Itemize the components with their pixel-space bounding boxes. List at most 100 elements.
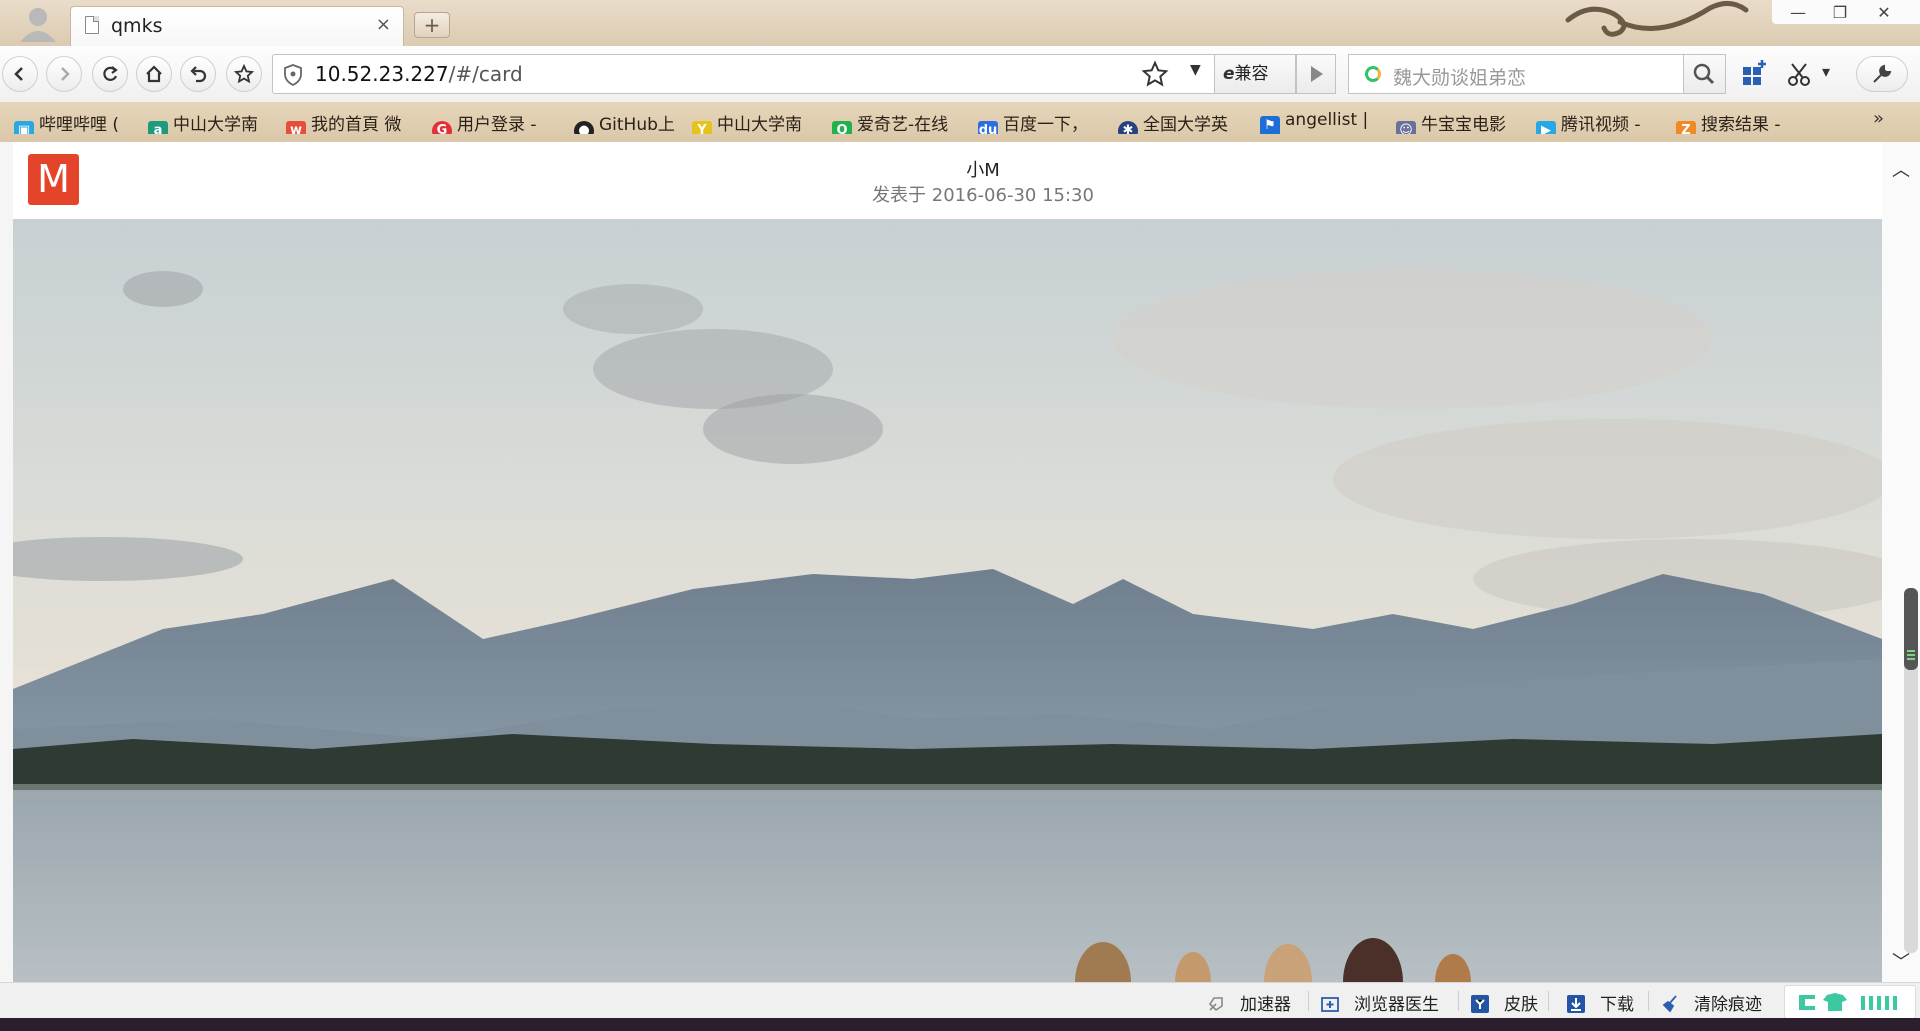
vertical-scrollbar[interactable]: ︿ ﹀ (1882, 142, 1920, 982)
bookmark-item[interactable]: G 用户登录 - (432, 110, 562, 134)
browser-tab[interactable]: qmks × (70, 6, 404, 46)
star-icon (234, 64, 254, 84)
bookmark-item[interactable]: ▶ 腾讯视频 - (1536, 110, 1672, 134)
bookmark-item[interactable]: Z 搜索结果 - (1676, 110, 1812, 134)
scissors-dropdown-icon[interactable]: ▾ (1822, 62, 1830, 81)
clear-traces-label: 清除痕迹 (1694, 995, 1762, 1015)
medical-kit-icon (1321, 997, 1339, 1012)
bookmark-star-icon[interactable] (1141, 60, 1169, 88)
home-button[interactable] (136, 56, 172, 92)
address-dropdown-icon[interactable]: ▼ (1190, 62, 1201, 78)
bookmark-label: 爱奇艺-在线 (857, 115, 949, 134)
apps-grid-icon[interactable] (1736, 56, 1772, 92)
github-icon: ● (574, 121, 594, 134)
refresh-button[interactable] (92, 56, 128, 92)
bookmark-item[interactable]: Y 中山大学南 (692, 110, 818, 134)
accelerator-button[interactable]: 加速器 (1206, 990, 1291, 1015)
search-box[interactable]: 魏大勋谈姐弟恋 (1348, 54, 1684, 94)
url-path: /#/card (448, 62, 523, 86)
search-button[interactable] (1684, 54, 1726, 94)
search-input[interactable]: 魏大勋谈姐弟恋 (1393, 63, 1526, 90)
card-header: M 小M 发表于 2016-06-30 15:30 (13, 142, 1882, 220)
bookmark-item[interactable]: ▣ 哔哩哔哩 ( (14, 110, 142, 134)
screenshot-scissors-icon[interactable] (1782, 56, 1818, 92)
favorites-button[interactable] (226, 56, 262, 92)
weibo-icon: w (286, 121, 306, 134)
bookmark-item[interactable]: Q 爱奇艺-在线 (832, 110, 966, 134)
bookmark-item[interactable]: ✱ 全国大学英 (1118, 110, 1250, 134)
rocket-icon (1208, 997, 1223, 1012)
status-tray (1784, 985, 1916, 1019)
bookmark-item[interactable]: a 中山大学南 (148, 110, 276, 134)
signal-bar-icon (1869, 996, 1873, 1010)
status-bar: 加速器 浏览器医生 皮肤 下载 清除痕迹 (0, 982, 1920, 1019)
bookmark-label: 全国大学英 (1143, 115, 1228, 134)
scroll-down-button[interactable]: ﹀ (1892, 948, 1910, 974)
scroll-thumb[interactable] (1904, 588, 1918, 670)
os-taskbar (0, 1018, 1920, 1031)
download-icon (1567, 995, 1585, 1013)
forward-button[interactable] (46, 56, 82, 92)
bookmark-item[interactable]: ☺ 牛宝宝电影 (1396, 110, 1528, 134)
address-bar[interactable]: 10.52.23.227/#/card ▼ (272, 54, 1218, 94)
page-viewport: M 小M 发表于 2016-06-30 15:30 ︿ ﹀ (0, 142, 1920, 982)
browser-doctor-button[interactable]: 浏览器医生 (1320, 990, 1439, 1015)
author-name[interactable]: 小M (13, 156, 1920, 182)
university-icon: ✱ (1118, 121, 1138, 134)
tools-button[interactable] (1856, 56, 1908, 92)
scroll-up-button[interactable]: ︿ (1892, 156, 1910, 182)
shirt-tray-icon[interactable] (1823, 993, 1847, 1011)
go-button[interactable] (1296, 54, 1336, 94)
shield-icon[interactable] (283, 64, 303, 86)
minimize-button[interactable]: — (1776, 2, 1820, 24)
divider (1548, 991, 1549, 1011)
bookmarks-bar: ▣ 哔哩哔哩 ( a 中山大学南 w 我的首頁 微 G 用户登录 - ● GitHub上 … (0, 102, 1920, 143)
tab-close-button[interactable]: × (376, 14, 391, 35)
bookmark-label: 牛宝宝电影 (1421, 115, 1506, 134)
new-tab-button[interactable]: + (414, 12, 450, 38)
undo-icon (190, 66, 207, 83)
close-window-button[interactable]: ✕ (1862, 2, 1906, 24)
bookmark-label: angellist | (1285, 110, 1369, 130)
divider (1458, 991, 1459, 1011)
bookmark-item[interactable]: ⚑ angellist | (1260, 110, 1396, 134)
bookmark-label: 中山大学南 (717, 115, 802, 134)
post-timestamp: 发表于 2016-06-30 15:30 (872, 185, 1094, 206)
signal-bar-icon (1877, 996, 1881, 1010)
tray-icons (1799, 993, 1897, 1011)
refresh-icon (103, 66, 118, 81)
tencent-video-icon: ▶ (1536, 121, 1556, 134)
clear-traces-button[interactable]: 清除痕迹 (1660, 990, 1762, 1015)
refresh-tray-icon[interactable] (1799, 995, 1815, 1010)
angellist-icon: ⚑ (1260, 116, 1280, 134)
restore-button[interactable]: ❐ (1818, 2, 1862, 24)
download-button[interactable]: 下载 (1566, 990, 1634, 1015)
bookmark-item[interactable]: du 百度一下， (978, 110, 1108, 134)
download-label: 下载 (1600, 995, 1634, 1015)
bookmark-label: GitHub上 (599, 115, 675, 134)
compat-mode-button[interactable]: e兼容 (1214, 54, 1296, 94)
browser-toolbar: 10.52.23.227/#/card ▼ e兼容 魏大勋谈姐弟恋 ▾ (0, 46, 1920, 103)
back-button[interactable] (2, 56, 38, 92)
bookmarks-overflow-button[interactable]: » (1873, 108, 1884, 129)
ie-logo-icon: e (1223, 64, 1235, 84)
iqiyi-icon: Q (832, 121, 852, 134)
niubaobao-icon: ☺ (1396, 121, 1416, 134)
skin-button[interactable]: 皮肤 (1470, 990, 1538, 1015)
bookmark-label: 搜索结果 - (1701, 115, 1781, 134)
skin-shirt-icon (1471, 995, 1489, 1013)
undo-close-button[interactable] (180, 56, 216, 92)
bookmark-label: 中山大学南 (173, 115, 258, 134)
bookmark-item[interactable]: ● GitHub上 (574, 110, 686, 134)
bookmark-item[interactable]: w 我的首頁 微 (286, 110, 420, 134)
url-text[interactable]: 10.52.23.227/#/card (315, 62, 523, 86)
signal-bar-icon (1893, 996, 1897, 1010)
accelerator-label: 加速器 (1240, 995, 1291, 1015)
wrench-icon (1873, 64, 1892, 83)
signal-bar-icon (1885, 996, 1889, 1010)
bookmark-label: 用户登录 - (457, 115, 537, 134)
user-avatar-icon[interactable] (14, 4, 62, 42)
bookmark-label: 哔哩哔哩 ( (39, 115, 120, 134)
home-icon (146, 65, 162, 83)
signal-bar-icon (1861, 996, 1865, 1010)
